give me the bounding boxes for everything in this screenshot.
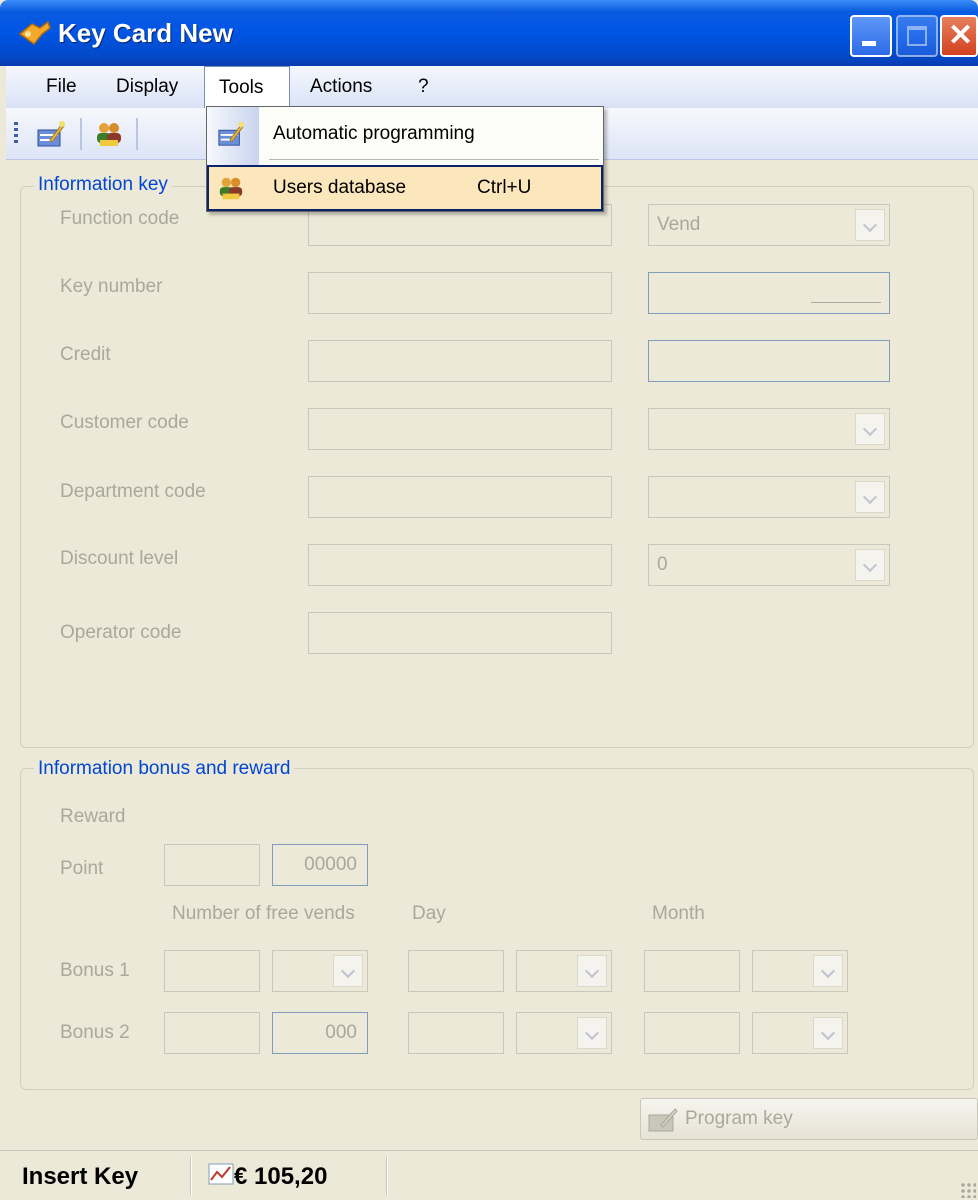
program-key-label: Program key [685,1108,793,1129]
chevron-down-icon[interactable] [333,955,363,987]
information-key-title: Information key [34,174,172,196]
discount-level-value: 0 [657,554,668,575]
status-credit: € 105,20 [234,1163,328,1190]
discount-level-combo[interactable]: 0 [648,544,890,586]
menu-file[interactable]: File [32,66,91,108]
chevron-down-icon[interactable] [855,209,885,241]
chevron-down-icon[interactable] [813,1017,843,1049]
point-value: 00000 [304,854,357,875]
operator-code-label: Operator code [60,622,182,643]
bonus-reward-title: Information bonus and reward [34,758,295,780]
auto-program-icon [218,121,245,146]
chart-icon [208,1163,234,1185]
point-display[interactable]: 00000 [272,844,368,886]
bonus1-day-field[interactable] [408,950,504,992]
month-header: Month [652,903,705,924]
discount-level-label: Discount level [60,548,179,569]
masked-line [811,302,881,303]
customer-code-field[interactable] [308,408,612,450]
maximize-icon [907,26,927,46]
program-key-button[interactable]: Program key [640,1098,978,1140]
department-code-combo[interactable] [648,476,890,518]
resize-grip[interactable] [960,1182,976,1198]
menu-separator [269,159,599,160]
bonus1-month-field[interactable] [644,950,740,992]
menu-help[interactable]: ? [404,66,443,108]
key-icon [18,20,51,46]
menu-bar: File Display Tools Actions ? [6,66,978,108]
users-database-icon[interactable] [94,120,124,148]
bonus1-day-combo[interactable] [516,950,612,992]
toolbar-separator [136,118,138,150]
customer-code-combo[interactable] [648,408,890,450]
bonus2-month-combo[interactable] [752,1012,848,1054]
discount-level-field[interactable] [308,544,612,586]
menu-item-label: Automatic programming [273,123,475,144]
operator-code-field[interactable] [308,612,612,654]
chevron-down-icon[interactable] [855,413,885,445]
point-label: Point [60,858,104,879]
toolbar-grip[interactable] [14,122,18,146]
key-number-field[interactable] [308,272,612,314]
department-code-field[interactable] [308,476,612,518]
chevron-down-icon[interactable] [855,549,885,581]
function-code-label: Function code [60,208,180,229]
credit-field[interactable] [308,340,612,382]
chevron-down-icon[interactable] [577,955,607,987]
close-button[interactable]: ✕ [940,15,978,57]
bonus1-month-combo[interactable] [752,950,848,992]
status-separator [190,1157,192,1195]
function-type-combo[interactable]: Vend [648,204,890,246]
minimize-icon [862,41,876,46]
toolbar-separator [80,118,82,150]
tools-dropdown-menu: Automatic programming Users database Ctr… [206,106,604,212]
key-number-display[interactable] [648,272,890,314]
bonus1-vends-combo[interactable] [272,950,368,992]
free-vends-header: Number of free vends [172,903,355,924]
credit-label: Credit [60,344,111,365]
chevron-down-icon[interactable] [855,481,885,513]
menu-item-automatic-programming[interactable]: Automatic programming [207,111,603,157]
users-database-icon [219,177,243,200]
menu-actions[interactable]: Actions [296,66,386,108]
point-input[interactable] [164,844,260,886]
maximize-button[interactable] [896,15,938,57]
menu-tools[interactable]: Tools [204,66,290,108]
function-type-value: Vend [657,214,701,235]
credit-display[interactable] [648,340,890,382]
bonus2-vends-field[interactable] [164,1012,260,1054]
information-key-group [20,186,974,748]
program-key-icon [648,1108,678,1132]
bonus2-day-field[interactable] [408,1012,504,1054]
bonus1-label: Bonus 1 [60,960,130,981]
bonus2-vends-value: 000 [325,1022,357,1043]
status-text: Insert Key [22,1163,139,1190]
bonus2-month-field[interactable] [644,1012,740,1054]
day-header: Day [412,903,446,924]
chevron-down-icon[interactable] [813,955,843,987]
bonus2-label: Bonus 2 [60,1022,130,1043]
status-separator [386,1157,388,1195]
auto-program-icon[interactable] [36,120,66,148]
title-bar[interactable]: Key Card New ✕ [0,0,978,66]
close-icon: ✕ [948,19,974,52]
menu-item-users-database[interactable]: Users database Ctrl+U [207,165,603,211]
window-title: Key Card New [58,18,233,48]
menu-item-label: Users database [273,177,407,198]
reward-label: Reward [60,806,126,827]
status-bar: Insert Key € 105,20 [0,1150,978,1200]
bonus1-vends-field[interactable] [164,950,260,992]
bonus2-day-combo[interactable] [516,1012,612,1054]
chevron-down-icon[interactable] [577,1017,607,1049]
bonus2-vends-display[interactable]: 000 [272,1012,368,1054]
minimize-button[interactable] [850,15,892,57]
department-code-label: Department code [60,481,206,502]
app-window: Key Card New ✕ File Display Tools Action… [0,0,978,1200]
menu-item-shortcut: Ctrl+U [477,177,532,198]
menu-display[interactable]: Display [102,66,192,108]
key-number-label: Key number [60,276,163,297]
customer-code-label: Customer code [60,412,189,433]
